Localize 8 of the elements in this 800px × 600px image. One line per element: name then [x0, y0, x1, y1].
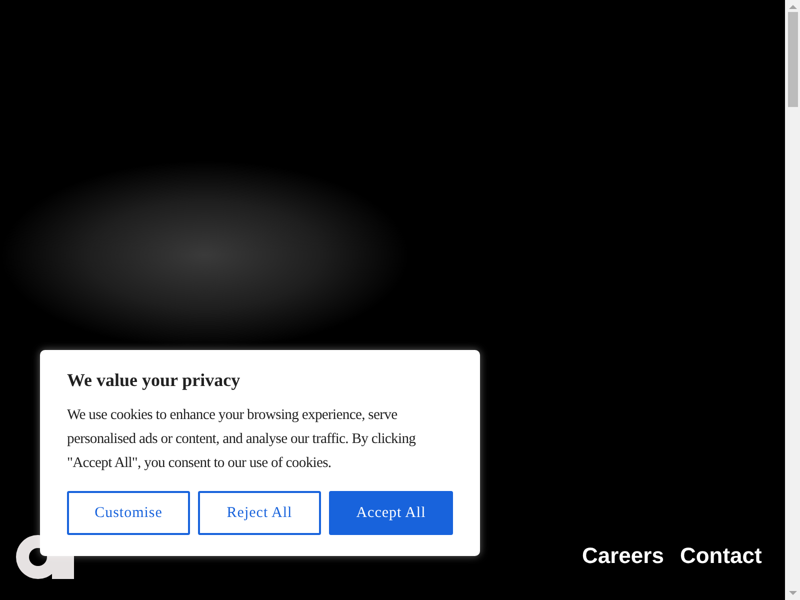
scrollbar[interactable]: [785, 0, 800, 600]
accept-button[interactable]: Accept All: [329, 491, 453, 535]
dialog-title: We value your privacy: [67, 370, 242, 391]
nav-link[interactable]: Careers: [582, 542, 664, 572]
dialog-button[interactable]: Customise: [67, 491, 190, 535]
dialog-button[interactable]: Reject All: [198, 491, 321, 535]
nav-link[interactable]: Contact: [680, 542, 762, 572]
dialog-text: We use cookies to enhance your browsing experience, serve personalised ads or content, and analyse our traffic. By clicking "Accept All", you consent to our use of cookies.: [67, 406, 417, 473]
